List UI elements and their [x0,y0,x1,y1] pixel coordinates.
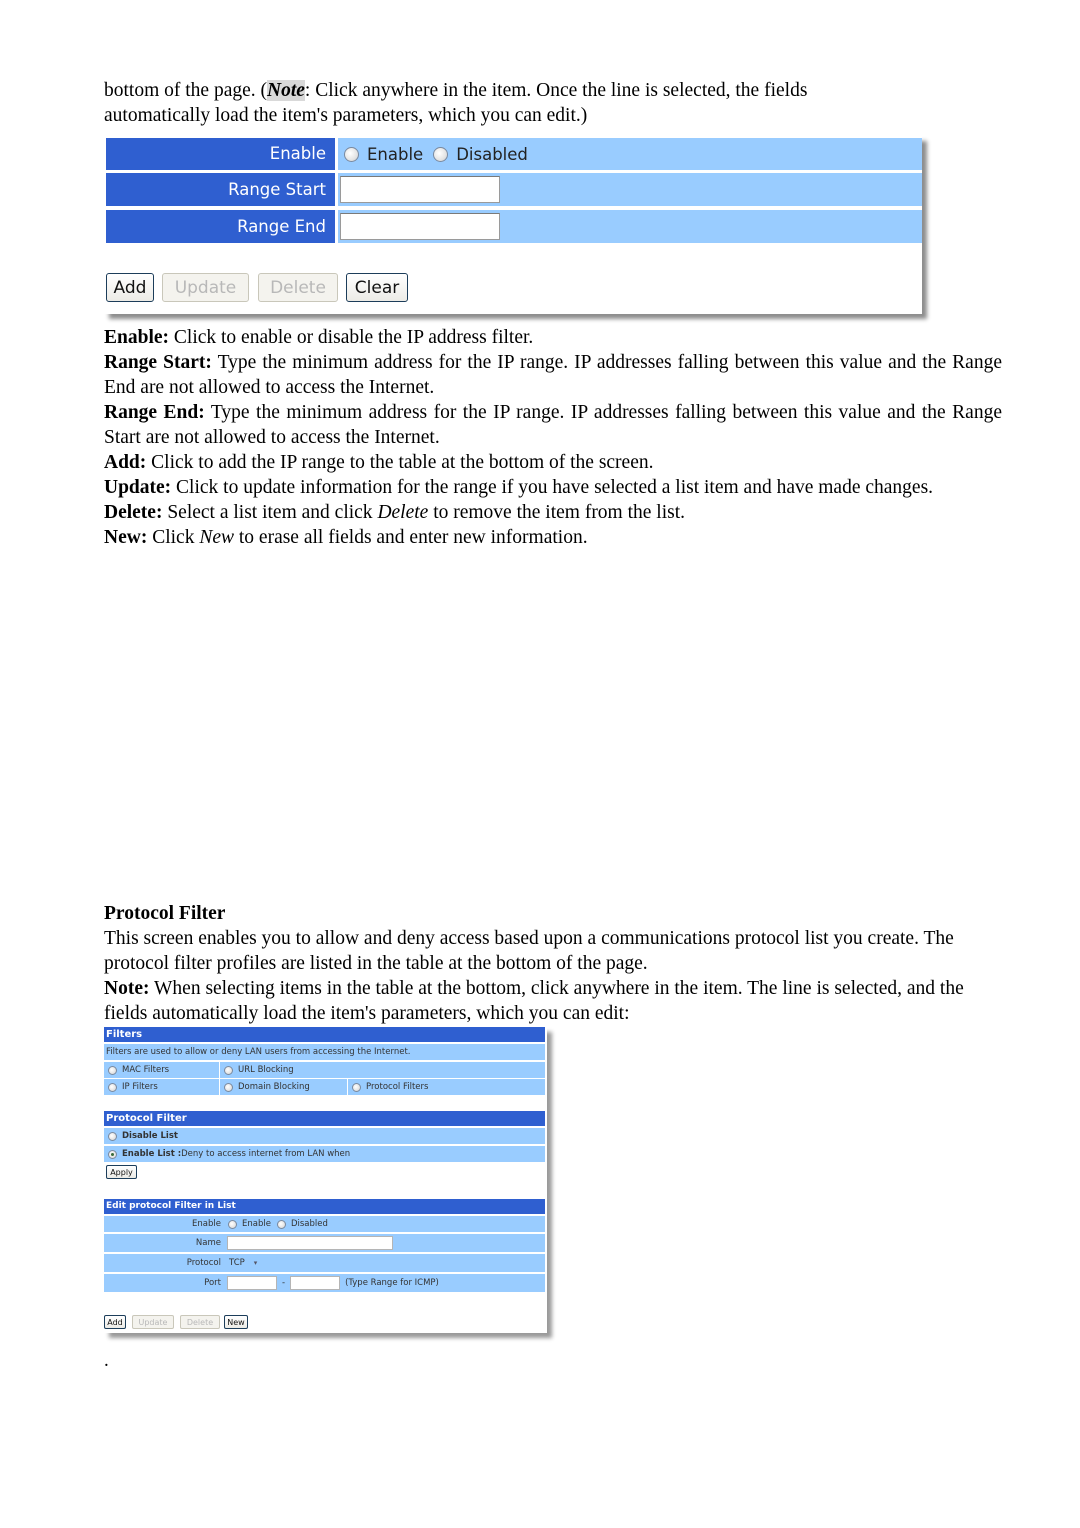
ip-filters-radio[interactable] [108,1082,117,1092]
desc-update: Update: Click to update information for … [104,477,934,498]
desc-enable: Enable: Click to enable or disable the I… [104,327,534,348]
disabled-radio[interactable] [433,146,449,162]
desc-new: New: Click New to erase all fields and e… [104,527,588,548]
update-button-small[interactable]: Update [132,1315,174,1329]
protocol-select[interactable]: TCP ▾ [227,1256,267,1270]
section-heading: Protocol Filter [104,903,226,924]
port-separator: - [282,1278,286,1288]
range-start-row: Range Start [106,173,922,206]
filters-header: Filters [104,1027,545,1042]
update-button[interactable]: Update [162,273,249,302]
intro-text-cont: : Click anywhere in the item. Once the l… [304,80,808,101]
edit-protocol-row: Protocol TCP ▾ [104,1254,545,1272]
port-from-input[interactable] [227,1276,277,1290]
edit-enable-radio[interactable] [228,1219,237,1229]
chevron-down-icon: ▾ [253,1259,258,1267]
edit-port-row: Port - (Type Range for ICMP) [104,1274,545,1292]
filter-row-2: IP Filters Domain Blocking Protocol Filt… [104,1079,545,1095]
protocol-filter-section: Protocol Filter This screen enables you … [104,901,1002,1026]
name-input[interactable] [227,1236,393,1250]
mac-filters-radio[interactable] [108,1065,117,1075]
enable-label: Enable [106,138,335,170]
delete-button[interactable]: Delete [258,273,338,302]
mac-filters-label: MAC Filters [122,1065,170,1075]
protocol-intro: This screen enables you to allow and den… [104,928,954,974]
ip-filter-form-screenshot: Enable Enable Disabled Range Start Range… [104,136,922,314]
range-start-cell [338,173,922,206]
edit-name-label: Name [195,1238,221,1248]
intro-paragraph: bottom of the page. (Note: Click anywher… [104,78,1002,128]
desc-add: Add: Click to add the IP range to the ta… [104,452,654,473]
enable-list-radio[interactable] [108,1149,117,1159]
protocol-filters-radio[interactable] [352,1082,361,1092]
edit-disabled-radio[interactable] [276,1219,286,1229]
range-end-input[interactable] [340,213,500,240]
url-blocking-label: URL Blocking [238,1065,294,1075]
enable-radio[interactable] [344,146,359,162]
disabled-option-label: Disabled [456,144,528,164]
protocol-filter-form-screenshot: Filters Filters are used to allow or den… [104,1027,547,1333]
enable-radio-group: Enable Disabled [338,138,922,170]
edit-enable-row: Enable Enable Disabled [104,1216,545,1232]
trailing-period: . [104,1350,109,1371]
apply-button[interactable]: Apply [106,1165,137,1179]
port-hint: (Type Range for ICMP) [345,1278,439,1288]
disable-list-label: Disable List [122,1131,178,1141]
edit-enable-label: Enable [192,1219,221,1229]
new-button-small[interactable]: New [224,1315,248,1329]
edit-protocol-label: Protocol [186,1258,221,1268]
enable-list-desc: Deny to access internet from LAN when [181,1149,351,1159]
url-blocking-radio[interactable] [224,1065,233,1075]
field-descriptions: Enable: Click to enable or disable the I… [104,325,1002,550]
desc-range-start: Range Start: Type the minimum address fo… [104,352,1002,398]
protocol-note: Note: When selecting items in the table … [104,978,964,1024]
disable-list-row: Disable List [104,1128,545,1144]
desc-delete: Delete: Select a list item and click Del… [104,502,686,523]
ip-filters-label: IP Filters [122,1082,158,1092]
enable-option-label: Enable [367,144,424,164]
range-start-label: Range Start [106,173,335,206]
range-end-cell [338,210,922,243]
enable-list-label: Enable List : [122,1149,182,1159]
intro-text-line2: automatically load the item's parameters… [104,105,588,126]
add-button[interactable]: Add [106,273,154,302]
protocol-filters-label: Protocol Filters [366,1082,429,1092]
edit-enable-option: Enable [242,1219,271,1229]
delete-button-small[interactable]: Delete [180,1315,220,1329]
enable-list-row: Enable List : Deny to access internet fr… [104,1146,545,1162]
edit-port-label: Port [204,1278,221,1288]
edit-name-row: Name [104,1234,545,1252]
note-label: Note [267,80,305,101]
domain-blocking-radio[interactable] [224,1082,233,1092]
edit-disabled-option: Disabled [290,1219,328,1229]
range-start-input[interactable] [340,176,500,203]
port-to-input[interactable] [290,1276,341,1290]
add-button-small[interactable]: Add [104,1315,126,1329]
domain-blocking-label: Domain Blocking [238,1082,310,1092]
edit-protocol-header: Edit protocol Filter in List [104,1199,545,1214]
filters-description: Filters are used to allow or deny LAN us… [104,1044,545,1060]
intro-text: bottom of the page. ( [104,80,267,101]
enable-row: Enable Enable Disabled [106,138,922,170]
disable-list-radio[interactable] [108,1131,117,1141]
protocol-filter-header: Protocol Filter [104,1111,545,1126]
desc-range-end: Range End: Type the minimum address for … [104,402,1002,448]
clear-button[interactable]: Clear [346,273,408,302]
filter-row-1: MAC Filters URL Blocking [104,1062,545,1078]
range-end-label: Range End [106,210,335,243]
range-end-row: Range End [106,210,922,243]
